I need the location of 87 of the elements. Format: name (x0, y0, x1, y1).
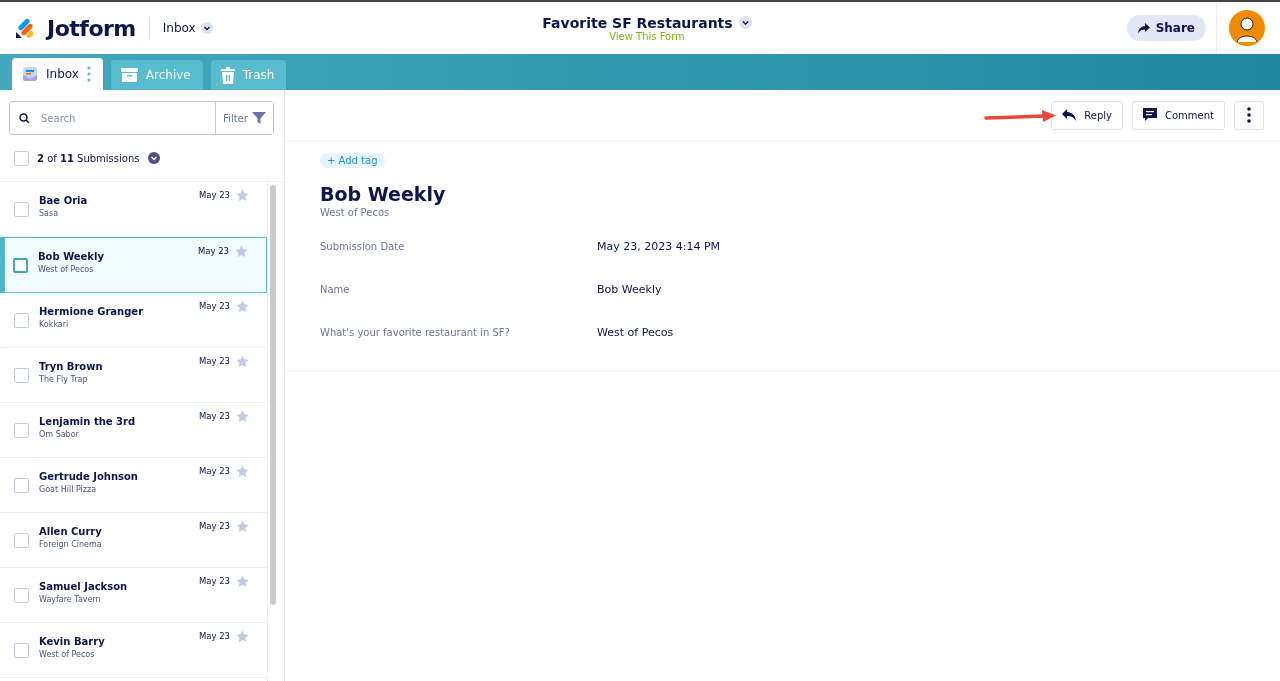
submission-row[interactable]: Lenjamin the 3rd Om Sabor May 23 (0, 403, 267, 458)
submission-date: May 23 (198, 521, 230, 531)
submitter-name: Gertrude Johnson (39, 471, 139, 482)
reply-icon (1062, 109, 1077, 121)
field-label: Name (320, 284, 351, 295)
submitter-name: Allen Curry (39, 526, 103, 537)
checkbox[interactable] (14, 202, 29, 217)
submission-count: 2 of 11 Submissions (37, 152, 140, 164)
checkbox[interactable] (14, 478, 29, 493)
restaurant-name: Foreign Cinema (39, 540, 103, 549)
archive-box-icon (120, 67, 138, 83)
chevron-icon (200, 22, 213, 34)
restaurant-name: Goat Hill Pizza (39, 485, 98, 494)
submission-date: May 23 (198, 576, 230, 586)
star-icon[interactable] (236, 520, 249, 533)
restaurant-name: Wayfare Tavern (39, 595, 102, 604)
submission-title: Bob Weekly (320, 183, 447, 205)
brand-name: Jotform (47, 15, 136, 41)
more-options-button[interactable] (1234, 100, 1264, 130)
field-label: What's your favorite restaurant in SF? (320, 327, 511, 338)
star-icon[interactable] (236, 630, 249, 643)
star-icon[interactable] (236, 189, 249, 202)
restaurant-name: West of Pecos (39, 650, 96, 659)
star-icon[interactable] (236, 300, 249, 313)
trash-icon (220, 66, 235, 84)
submitter-name: Bae Oria (39, 195, 89, 206)
submission-row[interactable]: Samuel Jackson Wayfare Tavern May 23 (0, 568, 267, 623)
checkbox[interactable] (14, 643, 29, 658)
submission-row[interactable]: Allen Curry Foreign Cinema May 23 (0, 513, 267, 568)
restaurant-name: Kokkari (39, 320, 70, 329)
inbox-icon (22, 66, 38, 82)
filter-button[interactable]: Filter (215, 102, 273, 134)
submission-subtitle: West of Pecos (320, 207, 391, 218)
restaurant-name: Sasa (39, 209, 60, 218)
star-icon[interactable] (235, 245, 248, 258)
star-icon[interactable] (236, 575, 249, 588)
checkbox[interactable] (14, 588, 29, 603)
submission-date: May 23 (198, 356, 230, 366)
star-icon[interactable] (236, 465, 249, 478)
star-icon[interactable] (236, 410, 249, 423)
chevron-icon[interactable] (147, 152, 160, 164)
submission-date: May 23 (198, 631, 230, 641)
share-icon (1137, 22, 1150, 34)
submission-date: May 23 (197, 246, 229, 256)
tab[interactable]: Inbox (12, 58, 103, 90)
restaurant-name: West of Pecos (38, 265, 95, 274)
reply-button[interactable]: Reply (1051, 100, 1123, 130)
comment-button[interactable]: Comment (1132, 100, 1225, 130)
submission-row[interactable]: Tryn Brown The Fly Trap May 23 (0, 348, 267, 403)
submission-date: May 23 (198, 301, 230, 311)
submitter-name: Hermione Granger (39, 306, 145, 317)
submitter-name: Lenjamin the 3rd (39, 416, 137, 427)
field-value: May 23, 2023 4:14 PM (597, 240, 721, 253)
checkbox[interactable] (14, 368, 29, 383)
restaurant-name: The Fly Trap (39, 375, 89, 384)
submission-row[interactable]: Kevin Barry West of Pecos May 23 (0, 623, 267, 678)
submitter-name: Tryn Brown (39, 361, 104, 372)
checkbox[interactable] (14, 533, 29, 548)
select-all-checkbox[interactable] (14, 150, 29, 166)
field-value: Bob Weekly (597, 283, 662, 296)
funnel-icon (251, 111, 266, 125)
submission-date: May 23 (198, 411, 230, 421)
field-label: Submission Date (320, 241, 406, 252)
submission-date: May 23 (198, 190, 230, 200)
checkbox[interactable] (14, 423, 29, 438)
search-icon (19, 112, 30, 124)
more-icon (1247, 107, 1251, 123)
submission-row[interactable]: Gertrude Johnson Goat Hill Pizza May 23 (0, 458, 267, 513)
submission-row[interactable]: Hermione Granger Kokkari May 23 (0, 293, 267, 348)
field-value: West of Pecos (597, 326, 674, 339)
scrollbar-thumb[interactable] (270, 185, 276, 605)
form-title: Favorite SF Restaurants (542, 14, 733, 31)
star-icon[interactable] (236, 355, 249, 368)
submitter-name: Bob Weekly (38, 251, 105, 262)
avatar[interactable] (1229, 10, 1265, 46)
submitter-name: Kevin Barry (39, 636, 106, 647)
comment-icon (1143, 108, 1157, 122)
chevron-icon[interactable] (738, 16, 752, 29)
submission-date: May 23 (198, 466, 230, 476)
checkbox[interactable] (14, 313, 29, 328)
restaurant-name: Om Sabor (39, 430, 80, 439)
submission-row[interactable]: Bob Weekly West of Pecos May 23 (0, 237, 267, 293)
checkbox[interactable] (13, 258, 28, 273)
more-icon[interactable] (86, 66, 91, 82)
inbox-menu[interactable]: Inbox (162, 21, 213, 35)
share-button[interactable]: Share (1126, 15, 1206, 41)
submitter-name: Samuel Jackson (39, 581, 129, 592)
